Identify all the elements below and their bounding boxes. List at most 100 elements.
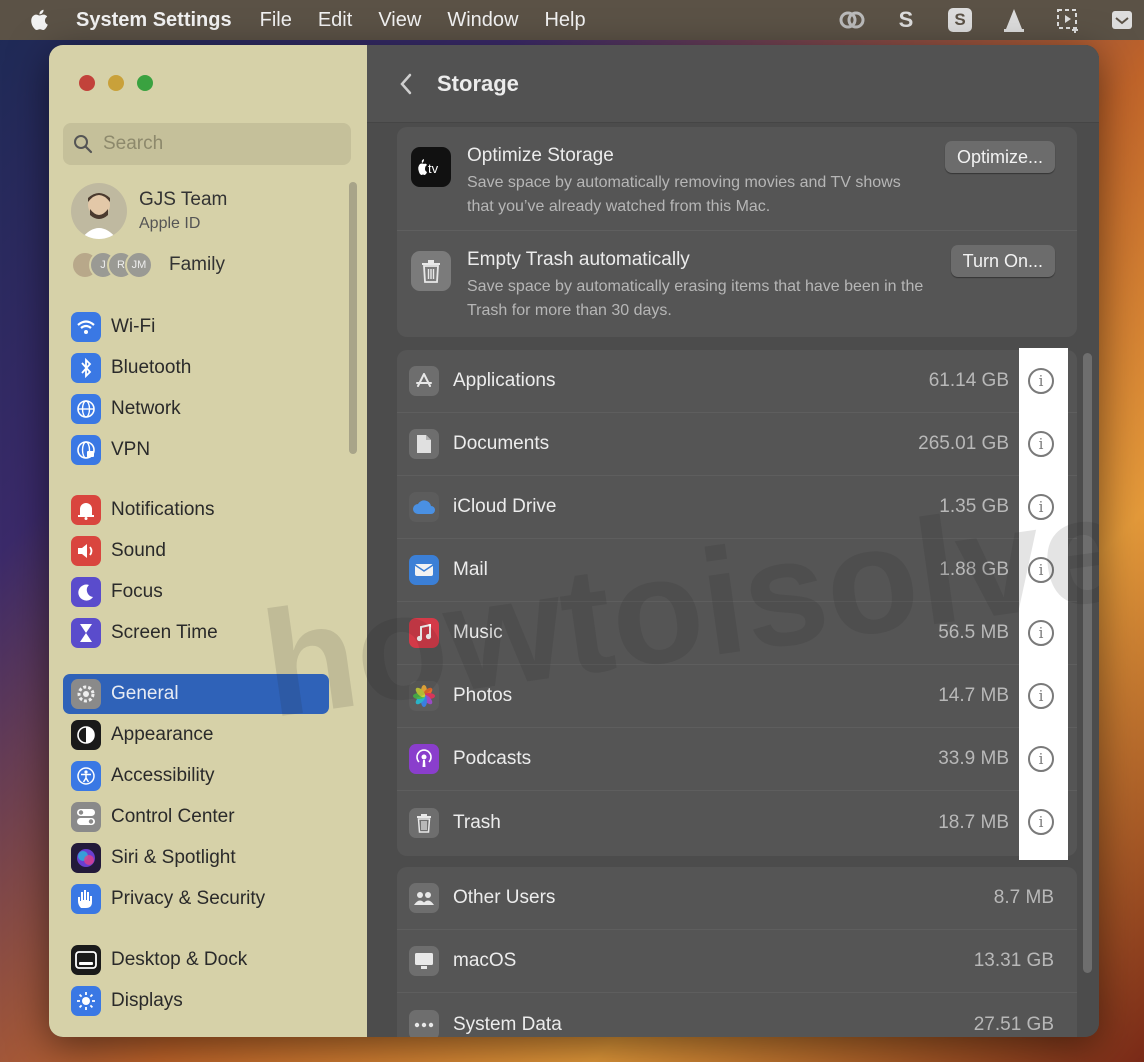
apple-id-profile[interactable]: GJS Team Apple ID: [71, 183, 227, 239]
screenshot-icon[interactable]: [1054, 6, 1082, 34]
creative-cloud-icon[interactable]: [838, 6, 866, 34]
category-row-podcasts[interactable]: Podcasts 33.9 MB: [397, 728, 1077, 791]
family-item[interactable]: J R JM Family: [71, 251, 225, 279]
menubar: System Settings File Edit View Window He…: [0, 0, 1144, 40]
apple-menu-icon[interactable]: [26, 8, 54, 32]
sidebar-item-label: Siri & Spotlight: [111, 847, 236, 868]
menu-window[interactable]: Window: [447, 9, 518, 32]
menu-file[interactable]: File: [260, 9, 292, 32]
category-name: Documents: [453, 433, 550, 454]
menu-edit[interactable]: Edit: [318, 9, 352, 32]
sidebar-item-label: Wi-Fi: [111, 316, 156, 337]
app-name-menu[interactable]: System Settings: [76, 9, 232, 32]
sidebar-scrollbar[interactable]: [349, 182, 357, 454]
vlc-icon[interactable]: [1000, 6, 1028, 34]
info-button-documents[interactable]: i: [1028, 431, 1054, 457]
s-logo-icon[interactable]: S: [892, 6, 920, 34]
info-button-icloud-drive[interactable]: i: [1028, 494, 1054, 520]
info-button-music[interactable]: i: [1028, 620, 1054, 646]
category-row-mail[interactable]: Mail 1.88 GB: [397, 539, 1077, 602]
sidebar-item-notifications[interactable]: Notifications: [63, 490, 329, 530]
users-icon: [409, 883, 439, 913]
category-row-trash[interactable]: Trash 18.7 MB: [397, 791, 1077, 854]
sidebar-item-focus[interactable]: Focus: [63, 572, 329, 612]
empty-trash-row: Empty Trash automatically Save space by …: [397, 231, 1077, 337]
ellipsis-icon: [409, 1009, 439, 1037]
sidebar-item-screen-time[interactable]: Screen Time: [63, 613, 329, 653]
sidebar-item-label: Privacy & Security: [111, 888, 266, 909]
siri-icon: [71, 843, 101, 873]
info-button-podcasts[interactable]: i: [1028, 746, 1054, 772]
category-row-photos[interactable]: Photos 14.7 MB: [397, 665, 1077, 728]
storage-categories-card: Applications 61.14 GB Documents 265.01 G…: [397, 350, 1077, 856]
gear-icon: [71, 679, 101, 709]
back-button[interactable]: [391, 69, 421, 99]
sidebar-item-siri-spotlight[interactable]: Siri & Spotlight: [63, 838, 329, 878]
info-icon: i: [1038, 750, 1044, 768]
system-size: 27.51 GB: [973, 1013, 1054, 1035]
system-storage-card: Other Users 8.7 MB macOS 13.31 GB System…: [397, 867, 1077, 1037]
close-window-button[interactable]: [79, 75, 95, 91]
sidebar-item-network[interactable]: Network: [63, 389, 329, 429]
recommendations-card: tv Optimize Storage Save space by automa…: [397, 127, 1077, 337]
family-avatars: J R JM: [71, 251, 153, 279]
sidebar-item-accessibility[interactable]: Accessibility: [63, 756, 329, 796]
sidebar-item-desktop-dock[interactable]: Desktop & Dock: [63, 940, 329, 980]
sidebar-item-vpn[interactable]: VPN: [63, 430, 329, 470]
sidebar-item-label: Bluetooth: [111, 357, 192, 378]
system-name: System Data: [453, 1013, 562, 1035]
category-size: 18.7 MB: [938, 811, 1009, 833]
category-size: 61.14 GB: [928, 370, 1009, 391]
zoom-window-button[interactable]: [137, 75, 153, 91]
search-field[interactable]: Search: [63, 123, 351, 165]
music-icon: [409, 618, 439, 648]
optimize-storage-row: tv Optimize Storage Save space by automa…: [397, 127, 1077, 231]
optimize-button[interactable]: Optimize...: [944, 141, 1055, 173]
info-button-mail[interactable]: i: [1028, 557, 1054, 583]
system-size: 13.31 GB: [973, 950, 1054, 971]
category-row-music[interactable]: Music 56.5 MB: [397, 602, 1077, 665]
sidebar-item-appearance[interactable]: Appearance: [63, 715, 329, 755]
category-size: 33.9 MB: [938, 748, 1009, 769]
category-row-icloud-drive[interactable]: iCloud Drive 1.35 GB: [397, 476, 1077, 539]
app-store-icon: [409, 366, 439, 396]
menubar-status-area: S S: [838, 0, 1136, 40]
main-pane: Storage tv Optimize Storage Save space b…: [367, 45, 1099, 1037]
moon-icon: [71, 577, 101, 607]
category-size: 56.5 MB: [938, 622, 1009, 643]
sun-icon: [71, 986, 101, 1016]
category-name: iCloud Drive: [453, 496, 557, 517]
profile-subtitle: Apple ID: [139, 215, 201, 232]
info-icon: i: [1038, 624, 1044, 642]
menu-help[interactable]: Help: [544, 9, 585, 32]
info-button-applications[interactable]: i: [1028, 368, 1054, 394]
stack-icon[interactable]: [1108, 6, 1136, 34]
category-name: Music: [453, 622, 503, 643]
sidebar-item-bluetooth[interactable]: Bluetooth: [63, 348, 329, 388]
menu-view[interactable]: View: [378, 9, 421, 32]
category-size: 1.88 GB: [939, 559, 1009, 580]
sidebar-item-control-center[interactable]: Control Center: [63, 797, 329, 837]
category-row-documents[interactable]: Documents 265.01 GB: [397, 413, 1077, 476]
category-name: Applications: [453, 370, 556, 391]
info-button-trash[interactable]: i: [1028, 809, 1054, 835]
speaker-icon: [71, 536, 101, 566]
sidebar-item-sound[interactable]: Sound: [63, 531, 329, 571]
sidebar-item-wifi[interactable]: Wi-Fi: [63, 307, 329, 347]
turn-on-button[interactable]: Turn On...: [950, 245, 1055, 277]
sidebar-item-label: Sound: [111, 540, 166, 561]
hourglass-icon: [71, 618, 101, 648]
info-icon: i: [1038, 687, 1044, 705]
sidebar-item-privacy-security[interactable]: Privacy & Security: [63, 879, 329, 919]
minimize-window-button[interactable]: [108, 75, 124, 91]
sidebar-item-displays[interactable]: Displays: [63, 981, 329, 1021]
sidebar-item-general[interactable]: General: [63, 674, 329, 714]
category-row-applications[interactable]: Applications 61.14 GB: [397, 350, 1077, 413]
sidebar-item-label: Focus: [111, 581, 163, 602]
podcasts-icon: [409, 744, 439, 774]
s-box-icon[interactable]: S: [946, 6, 974, 34]
optimize-storage-title: Optimize Storage: [467, 145, 614, 166]
main-scrollbar[interactable]: [1083, 353, 1092, 973]
info-button-photos[interactable]: i: [1028, 683, 1054, 709]
apple-tv-icon: tv: [411, 147, 451, 187]
